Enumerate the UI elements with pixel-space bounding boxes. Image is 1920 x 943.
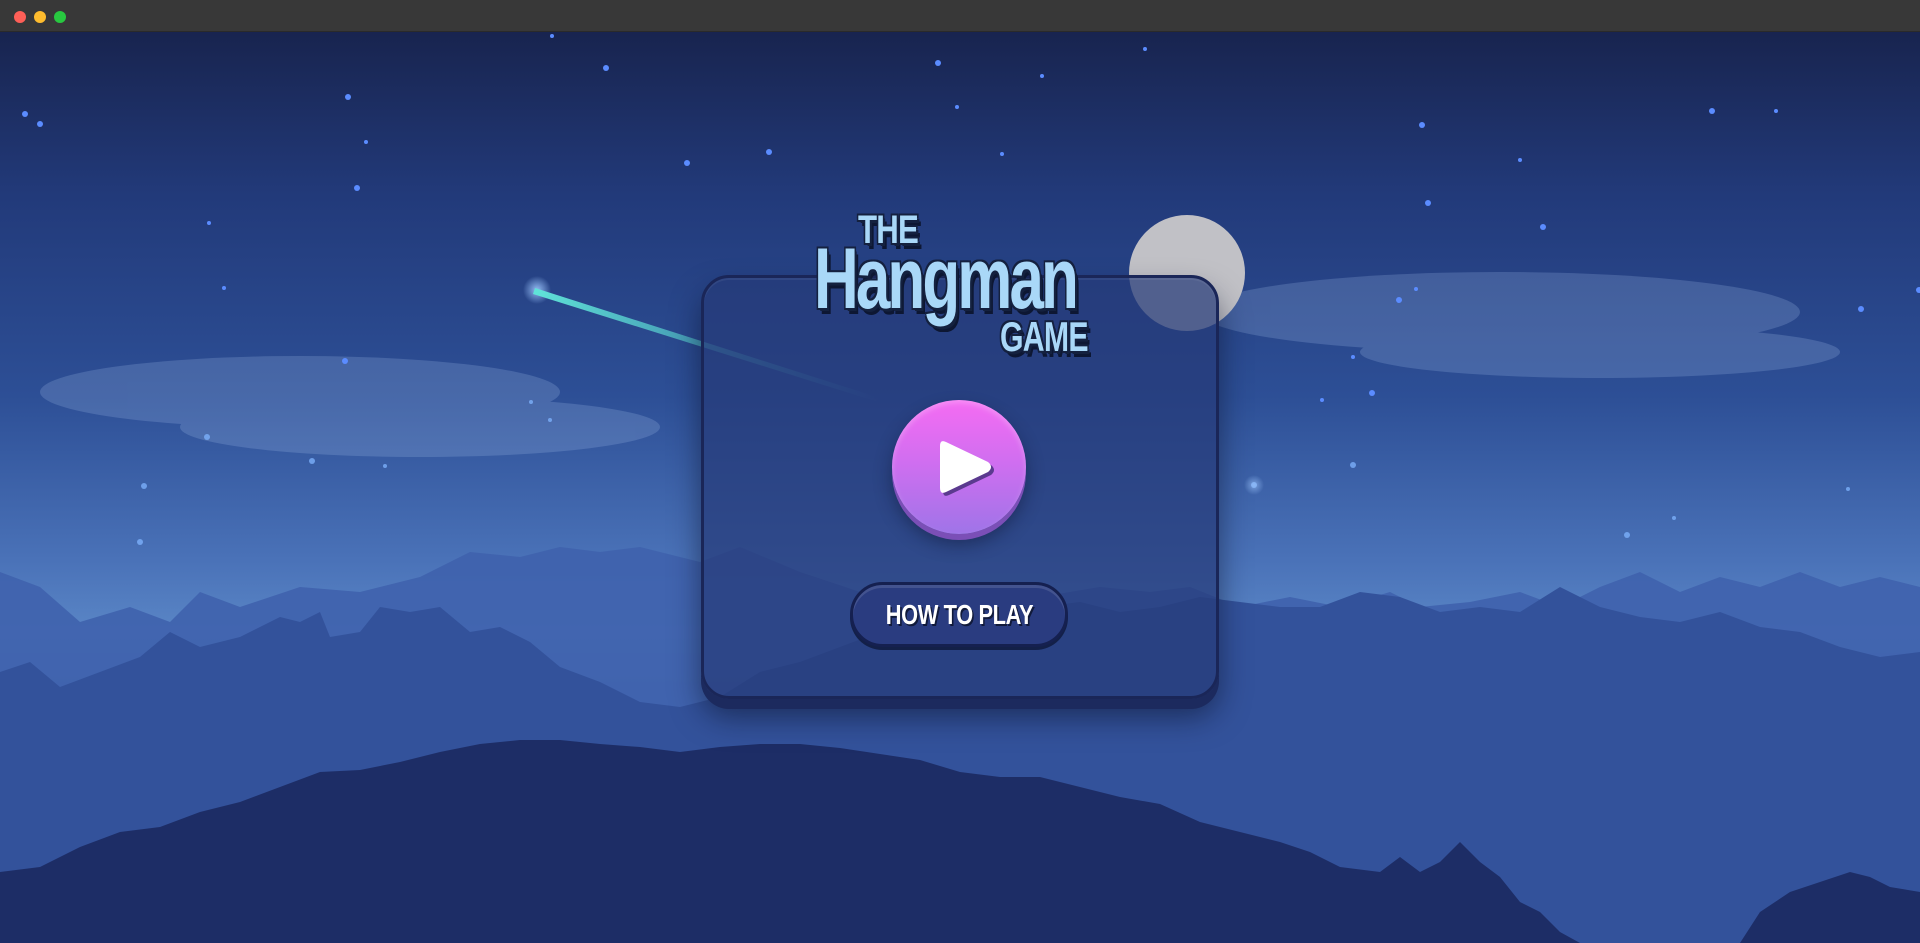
logo-line-hangman: Hangman [814, 231, 1079, 327]
window-minimize-button[interactable] [34, 11, 46, 23]
play-icon [940, 441, 994, 496]
window-close-button[interactable] [14, 11, 26, 23]
game-logo: THE Hangman GAME [800, 208, 1120, 368]
how-to-play-button[interactable]: HOW TO PLAY [850, 582, 1068, 647]
how-to-play-label: HOW TO PLAY [885, 598, 1033, 630]
play-button[interactable] [892, 400, 1026, 534]
window-titlebar [0, 0, 1920, 32]
window-maximize-button[interactable] [54, 11, 66, 23]
logo-line-game: GAME [1000, 313, 1089, 360]
